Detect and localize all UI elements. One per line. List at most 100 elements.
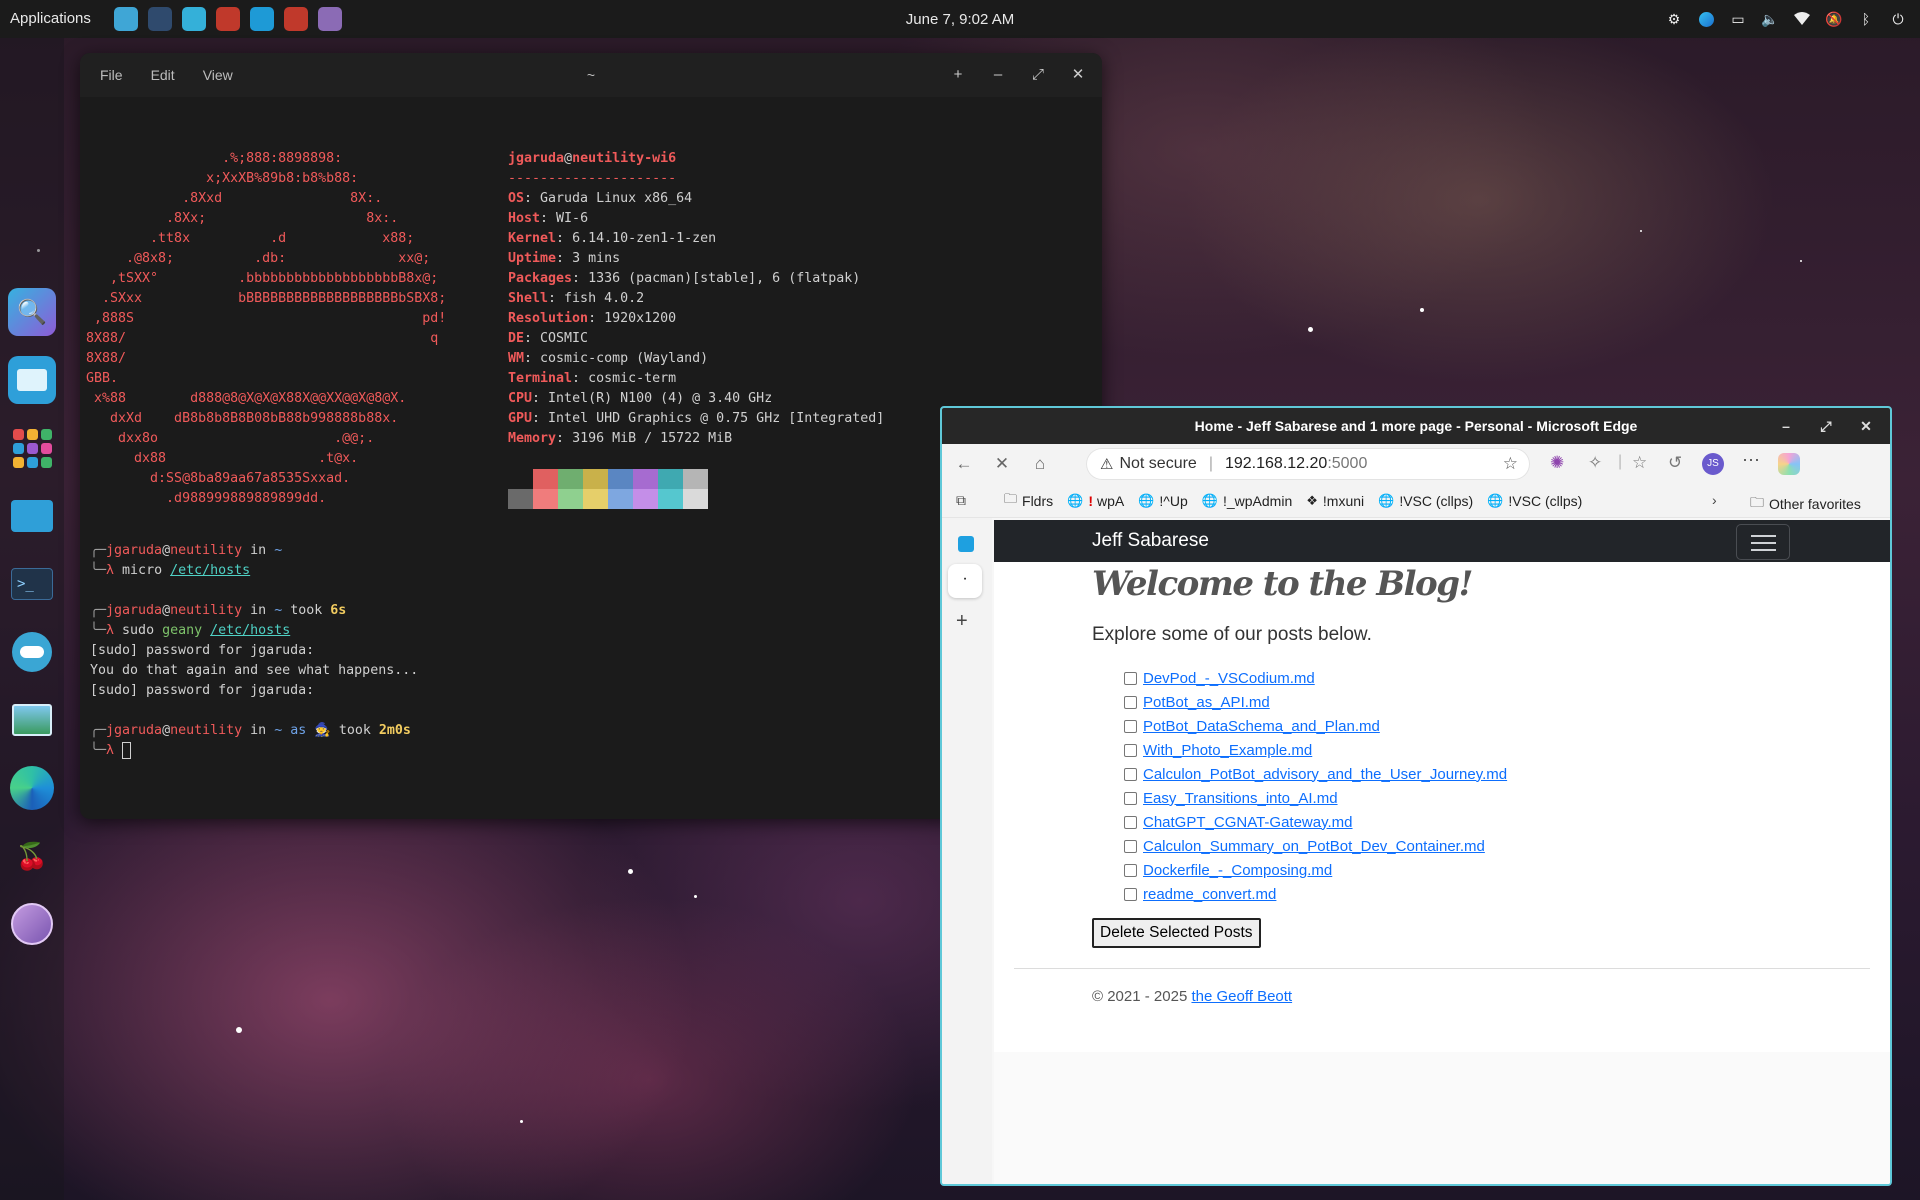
terminal-menu-edit[interactable]: Edit bbox=[151, 67, 175, 83]
bookmark-item[interactable]: ❖ !mxuni bbox=[1306, 490, 1364, 512]
cherry-icon[interactable]: 🍒 bbox=[8, 832, 56, 880]
maximize-icon[interactable]: ⤢ bbox=[1814, 414, 1838, 438]
store-icon[interactable] bbox=[181, 7, 206, 31]
post-checkbox[interactable] bbox=[1124, 839, 1137, 853]
image-viewer-icon[interactable] bbox=[215, 7, 240, 31]
post-link[interactable]: DevPod_-_VSCodium.md bbox=[1143, 670, 1315, 687]
close-icon[interactable]: ✕ bbox=[1066, 63, 1090, 87]
command-line: ╰─λ sudo geany /etc/hosts bbox=[90, 623, 291, 638]
garuda-icon[interactable] bbox=[8, 900, 56, 948]
logo-line: .tt8x .d x88; bbox=[86, 231, 415, 246]
edge-icon[interactable] bbox=[249, 7, 274, 31]
new-tab-icon[interactable]: + bbox=[956, 610, 968, 633]
info-key: Terminal bbox=[508, 371, 573, 386]
post-link[interactable]: ChatGPT_CGNAT-Gateway.md bbox=[1143, 814, 1353, 831]
back-icon[interactable]: ← bbox=[948, 448, 980, 480]
tab-actions-icon[interactable]: ⧉ bbox=[956, 492, 966, 509]
volume-icon[interactable]: 🔈 bbox=[1760, 9, 1780, 29]
bookmark-item[interactable]: 🌐 !_wpAdmin bbox=[1202, 490, 1292, 512]
favorite-star-icon[interactable]: ☆ bbox=[1503, 454, 1518, 474]
folder-icon[interactable] bbox=[113, 7, 138, 31]
footer: © 2021 - 2025 the Geoff Beott bbox=[1092, 988, 1292, 1005]
post-link[interactable]: Calculon_PotBot_advisory_and_the_User_Jo… bbox=[1143, 766, 1507, 783]
favorites-icon[interactable]: ☆ bbox=[1632, 453, 1647, 473]
not-secure-label[interactable]: Not secure bbox=[1119, 455, 1196, 473]
tab-favicon[interactable] bbox=[958, 536, 974, 552]
post-link[interactable]: PotBot_DataSchema_and_Plan.md bbox=[1143, 718, 1380, 735]
extension-icon[interactable]: ✺ bbox=[1550, 453, 1564, 473]
post-link[interactable]: Easy_Transitions_into_AI.md bbox=[1143, 790, 1338, 807]
post-link[interactable]: Dockerfile_-_Composing.md bbox=[1143, 862, 1332, 879]
other-favorites[interactable]: 🗀 Other favorites bbox=[1750, 492, 1861, 516]
post-checkbox[interactable] bbox=[1124, 863, 1137, 877]
delete-selected-button[interactable]: Delete Selected Posts bbox=[1092, 918, 1261, 948]
terminal-menu-file[interactable]: File bbox=[100, 67, 123, 83]
info-row: Kernel: 6.14.10-zen1-1-zen bbox=[508, 231, 717, 246]
active-tab[interactable]: · bbox=[948, 564, 982, 598]
footer-link[interactable]: the Geoff Beott bbox=[1191, 988, 1292, 1005]
palette-swatch bbox=[583, 489, 608, 509]
terminal-menu-view[interactable]: View bbox=[203, 67, 233, 83]
bookmark-item[interactable]: 🌐 !^Up bbox=[1138, 490, 1188, 512]
display-icon[interactable]: ▭ bbox=[1728, 9, 1748, 29]
system-tray: ⚙ ▭ 🔈 🔕 ᛒ ⏻ bbox=[1658, 0, 1914, 38]
terminal-icon[interactable] bbox=[147, 7, 172, 31]
bluetooth-icon[interactable]: ᛒ bbox=[1856, 9, 1876, 29]
logo-line: .%;888:8898898: bbox=[86, 151, 343, 166]
profile-avatar[interactable]: JS bbox=[1702, 453, 1724, 475]
app-icon[interactable] bbox=[317, 7, 342, 31]
cherry-icon[interactable] bbox=[283, 7, 308, 31]
edge-icon[interactable] bbox=[8, 764, 56, 812]
applications-menu-button[interactable]: Applications bbox=[0, 0, 101, 38]
post-link[interactable]: Calculon_Summary_on_PotBot_Dev_Container… bbox=[1143, 838, 1485, 855]
post-link[interactable]: With_Photo_Example.md bbox=[1143, 742, 1312, 759]
folder-icon[interactable] bbox=[8, 492, 56, 540]
image-viewer-icon[interactable] bbox=[8, 696, 56, 744]
power-icon[interactable]: ⏻ bbox=[1888, 9, 1908, 29]
app-grid-icon[interactable] bbox=[8, 424, 56, 472]
search-app-icon[interactable]: 🔍 bbox=[8, 288, 56, 336]
bookmark-item[interactable]: 🗀 Fldrs bbox=[1004, 490, 1053, 512]
info-row: OS: Garuda Linux x86_64 bbox=[508, 191, 693, 206]
files-app-icon[interactable] bbox=[8, 356, 56, 404]
post-checkbox[interactable] bbox=[1124, 767, 1137, 781]
minimize-icon[interactable]: – bbox=[986, 63, 1010, 87]
more-menu-icon[interactable]: ⋯ bbox=[1742, 450, 1760, 471]
address-bar[interactable]: ⚠ Not secure | 192.168.12.20:5000 ☆ bbox=[1086, 448, 1530, 480]
stop-loading-icon[interactable]: ✕ bbox=[986, 448, 1018, 480]
home-icon[interactable]: ⌂ bbox=[1024, 448, 1056, 480]
wifi-icon[interactable] bbox=[1792, 9, 1812, 29]
notifications-off-icon[interactable]: 🔕 bbox=[1824, 9, 1844, 29]
post-checkbox[interactable] bbox=[1124, 791, 1137, 805]
close-icon[interactable]: ✕ bbox=[1854, 414, 1878, 438]
edge-tray-icon[interactable] bbox=[1696, 9, 1716, 29]
post-checkbox[interactable] bbox=[1124, 743, 1137, 757]
post-checkbox[interactable] bbox=[1124, 815, 1137, 829]
cursor bbox=[122, 741, 132, 759]
post-checkbox[interactable] bbox=[1124, 671, 1137, 685]
post-checkbox[interactable] bbox=[1124, 719, 1137, 733]
bookmark-item[interactable]: 🌐 !VSC (cllps) bbox=[1378, 490, 1473, 512]
toggle-app-icon[interactable] bbox=[8, 628, 56, 676]
bookmark-item[interactable]: 🌐 !VSC (cllps) bbox=[1487, 490, 1582, 512]
post-link[interactable]: PotBot_as_API.md bbox=[1143, 694, 1270, 711]
terminal-icon[interactable]: >_ bbox=[8, 560, 56, 608]
site-brand[interactable]: Jeff Sabarese bbox=[1092, 530, 1209, 552]
history-icon[interactable]: ↺ bbox=[1668, 453, 1682, 473]
copilot-icon[interactable] bbox=[1778, 453, 1800, 475]
bookmark-label: Fldrs bbox=[1022, 492, 1054, 509]
minimize-icon[interactable]: – bbox=[1774, 414, 1798, 438]
post-checkbox[interactable] bbox=[1124, 887, 1137, 901]
menu-toggle-button[interactable] bbox=[1736, 524, 1790, 560]
info-value: Intel(R) N100 (4) @ 3.40 GHz bbox=[548, 391, 773, 406]
new-tab-icon[interactable]: + bbox=[946, 63, 970, 87]
logo-line: x;XxXB%89b8:b8%b88: bbox=[86, 171, 359, 186]
settings-icon[interactable]: ⚙ bbox=[1664, 9, 1684, 29]
extensions-puzzle-icon[interactable]: ✧ bbox=[1588, 453, 1602, 473]
browser-toolbar: ← ✕ ⌂ ⚠ Not secure | 192.168.12.20:5000 … bbox=[942, 444, 1890, 484]
post-checkbox[interactable] bbox=[1124, 695, 1137, 709]
bookmark-item[interactable]: 🌐! wpA bbox=[1067, 490, 1124, 512]
post-link[interactable]: readme_convert.md bbox=[1143, 886, 1276, 903]
maximize-icon[interactable]: ⤢ bbox=[1026, 63, 1050, 87]
chevron-right-icon[interactable]: › bbox=[1712, 492, 1717, 508]
